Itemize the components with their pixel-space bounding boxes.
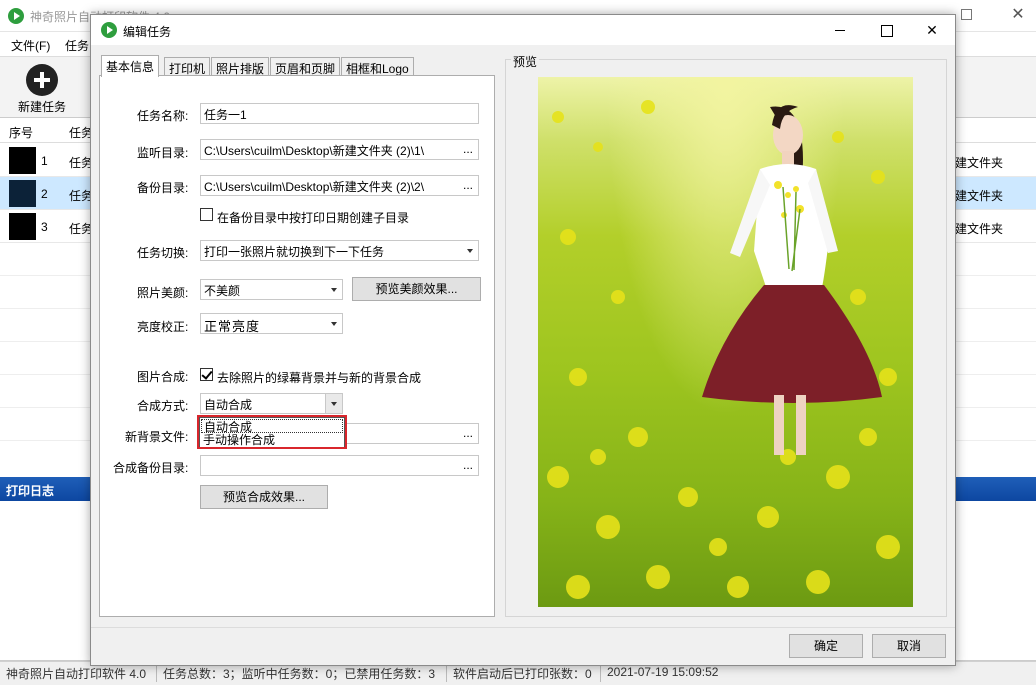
compose-checkbox[interactable] bbox=[200, 368, 213, 381]
brightness-select[interactable]: 正常亮度 bbox=[200, 313, 343, 334]
tab-basic-info[interactable]: 基本信息 bbox=[101, 55, 160, 77]
backup-dir-input[interactable]: C:\Users\cuilm\Desktop\新建文件夹 (2)\2\ bbox=[200, 175, 479, 196]
task-name-input[interactable]: 任务一1 bbox=[200, 103, 479, 124]
menu-task[interactable]: 任务 bbox=[65, 37, 89, 54]
brightness-value: 正常亮度 bbox=[204, 319, 261, 334]
chevron-down-icon[interactable] bbox=[325, 394, 342, 413]
chevron-down-icon bbox=[331, 288, 337, 292]
chevron-down-icon bbox=[331, 322, 337, 326]
beauty-preview-button[interactable]: 预览美颜效果... bbox=[352, 277, 481, 301]
task-switch-value: 打印一张照片就切换到下一下任务 bbox=[204, 245, 385, 259]
restore-icon[interactable] bbox=[961, 9, 972, 20]
status-separator bbox=[600, 664, 601, 682]
column-header-index[interactable]: 序号 bbox=[9, 124, 33, 141]
beauty-select[interactable]: 不美颜 bbox=[200, 279, 343, 300]
status-time: 2021-07-19 15:09:52 bbox=[607, 665, 719, 679]
new-task-button[interactable]: 新建任务 bbox=[18, 98, 66, 115]
close-icon[interactable]: ✕ bbox=[1006, 4, 1030, 26]
minimize-icon[interactable] bbox=[817, 15, 863, 45]
row-thumbnail bbox=[9, 213, 36, 240]
dialog-titlebar: 编辑任务 ✕ bbox=[91, 15, 955, 45]
tab-strip: 基本信息 打印机 照片排版 页眉和页脚 相框和Logo bbox=[101, 55, 501, 77]
task-name-label: 任务名称: bbox=[137, 109, 189, 123]
status-app: 神奇照片自动打印软件 4.0 bbox=[6, 667, 147, 681]
task-switch-label: 任务切换: bbox=[137, 246, 189, 260]
cancel-button[interactable]: 取消 bbox=[872, 634, 946, 658]
brightness-label: 亮度校正: bbox=[137, 320, 189, 334]
maximize-icon[interactable] bbox=[863, 15, 909, 45]
tab-header-footer[interactable]: 页眉和页脚 bbox=[270, 57, 341, 76]
tab-printer[interactable]: 打印机 bbox=[164, 57, 211, 76]
compose-mode-select[interactable]: 自动合成 bbox=[200, 393, 343, 414]
compose-mode-label: 合成方式: bbox=[137, 399, 189, 413]
preview-photo-illustration bbox=[547, 100, 900, 599]
tab-layout[interactable]: 照片排版 bbox=[211, 57, 270, 76]
tab-frame-logo[interactable]: 相框和Logo bbox=[341, 57, 414, 76]
date-subdir-label[interactable]: 在备份目录中按打印日期创建子目录 bbox=[217, 209, 409, 226]
menu-file[interactable]: 文件(F) bbox=[11, 37, 50, 54]
compose-check-label[interactable]: 去除照片的绿幕背景并与新的背景合成 bbox=[217, 369, 421, 386]
ok-button[interactable]: 确定 bbox=[789, 634, 863, 658]
compose-mode-value: 自动合成 bbox=[204, 398, 253, 412]
new-bg-label: 新背景文件: bbox=[125, 430, 189, 444]
row-directory: 建文件夹 bbox=[955, 156, 1004, 170]
status-separator bbox=[156, 664, 157, 682]
row-index: 3 bbox=[41, 220, 48, 234]
compose-backup-input[interactable] bbox=[200, 455, 479, 476]
dialog-footer: 确定 取消 bbox=[91, 627, 955, 665]
task-switch-select[interactable]: 打印一张照片就切换到下一下任务 bbox=[200, 240, 479, 261]
row-directory: 建文件夹 bbox=[955, 189, 1004, 203]
compose-backup-label: 合成备份目录: bbox=[113, 461, 189, 475]
close-icon[interactable]: ✕ bbox=[909, 15, 955, 45]
app-icon bbox=[101, 22, 117, 38]
dropdown-highlight-box bbox=[197, 415, 347, 449]
app-icon bbox=[8, 8, 24, 24]
status-task-count: 任务总数：3；监听中任务数：0；已禁用任务数：3 bbox=[163, 667, 436, 681]
edit-task-dialog: 编辑任务 ✕ 基本信息 打印机 照片排版 页眉和页脚 相框和Logo 任务名称:… bbox=[90, 14, 956, 666]
new-bg-browse-button[interactable]: ... bbox=[463, 426, 473, 440]
watch-dir-label: 监听目录: bbox=[137, 146, 189, 160]
date-subdir-checkbox[interactable] bbox=[200, 208, 213, 221]
preview-image bbox=[538, 77, 913, 607]
backup-dir-browse-button[interactable]: ... bbox=[463, 178, 473, 192]
row-index: 2 bbox=[41, 187, 48, 201]
beauty-label: 照片美颜: bbox=[137, 286, 189, 300]
beauty-value: 不美颜 bbox=[204, 284, 241, 298]
chevron-down-icon bbox=[467, 249, 473, 253]
status-printed-count: 软件启动后已打印张数：0 bbox=[453, 667, 592, 681]
watch-dir-browse-button[interactable]: ... bbox=[463, 142, 473, 156]
add-icon[interactable] bbox=[26, 64, 58, 96]
backup-dir-label: 备份目录: bbox=[137, 181, 189, 195]
row-thumbnail bbox=[9, 147, 36, 174]
compose-backup-browse-button[interactable]: ... bbox=[463, 458, 473, 472]
watch-dir-input[interactable]: C:\Users\cuilm\Desktop\新建文件夹 (2)\1\ bbox=[200, 139, 479, 160]
dialog-title: 编辑任务 bbox=[123, 25, 172, 39]
preview-label: 预览 bbox=[511, 53, 540, 70]
row-directory: 建文件夹 bbox=[955, 222, 1004, 236]
compose-label: 图片合成: bbox=[137, 370, 189, 384]
row-index: 1 bbox=[41, 154, 48, 168]
row-thumbnail bbox=[9, 180, 36, 207]
compose-preview-button[interactable]: 预览合成效果... bbox=[200, 485, 328, 509]
status-separator bbox=[446, 664, 447, 682]
